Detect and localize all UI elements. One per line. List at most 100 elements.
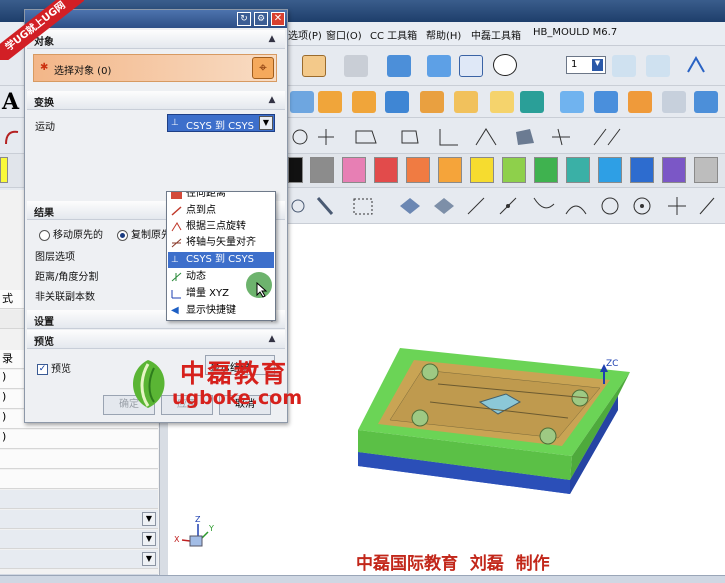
required-marker-icon: ✱	[40, 62, 49, 73]
color-swatch-green[interactable]	[534, 157, 558, 183]
mouse-pointer-icon	[256, 281, 268, 298]
menu-preferences[interactable]: 选项(P)	[288, 27, 322, 42]
menu-help[interactable]: 帮助(H)	[426, 27, 461, 42]
color-swatch-purple[interactable]	[662, 157, 686, 183]
color-swatch-red[interactable]	[374, 157, 398, 183]
dropdown-item-label: 将轴与矢量对齐	[186, 237, 256, 248]
shaded-view-icon[interactable]	[387, 55, 411, 77]
dropdown-item-label: CSYS 到 CSYS	[186, 254, 254, 265]
color-swatch-pink[interactable]	[342, 157, 366, 183]
color-swatch-silver[interactable]	[694, 157, 718, 183]
color-swatch-orange[interactable]	[406, 157, 430, 183]
triad-z-label: Z	[195, 515, 201, 524]
dropdown-item-rotate-three-points[interactable]: 根据三点旋转	[168, 219, 274, 235]
navigator-row-text: )	[2, 430, 7, 443]
dropdown-item-point-to-point[interactable]: 点到点	[168, 203, 274, 219]
radial-distance-icon	[171, 192, 182, 199]
shaded-edges-icon[interactable]	[427, 55, 451, 77]
sketch-plane-icon[interactable]	[344, 55, 368, 77]
dropdown-item-label: 径向距离	[186, 191, 226, 199]
navigator-row[interactable]: )	[0, 430, 158, 449]
menu-hb-mould[interactable]: HB_MOULD M6.7	[533, 27, 617, 38]
layer-select-value: 1	[571, 59, 578, 70]
revolve-icon[interactable]	[352, 91, 376, 113]
csys-to-csys-icon: ⊥	[171, 255, 179, 265]
color-swatch-blue[interactable]	[630, 157, 654, 183]
menu-window[interactable]: 窗口(O)	[326, 27, 362, 42]
dropdown-item-show-shortcuts[interactable]: ◀ 显示快捷键	[168, 303, 274, 319]
chevron-up-icon[interactable]: ▲	[265, 32, 279, 46]
move-layer-icon[interactable]	[684, 54, 708, 76]
color-swatch-yellow-2[interactable]	[470, 157, 494, 183]
chevron-down-icon[interactable]: ▼	[259, 116, 273, 130]
edge-blend-icon[interactable]	[628, 91, 652, 113]
ribbon-watermark: 学UG就上UG网	[0, 0, 84, 60]
point-set-icon[interactable]	[490, 91, 514, 113]
color-swatch-sky[interactable]	[598, 157, 622, 183]
close-icon[interactable]: ✕	[271, 12, 285, 26]
display-mode-icon[interactable]	[493, 54, 517, 76]
chevron-down-icon[interactable]: ▼	[142, 552, 156, 566]
triad-y-label: Y	[208, 524, 214, 533]
navigator-row[interactable]	[0, 490, 158, 509]
move-original-radio[interactable]: 移动原先的	[39, 226, 103, 241]
offset-face-icon[interactable]	[560, 91, 584, 113]
cylinder-icon[interactable]	[290, 91, 314, 113]
color-swatch-amber[interactable]	[438, 157, 462, 183]
motion-label: 运动	[35, 122, 55, 133]
dropdown-item-csys-to-csys[interactable]: ⊥ CSYS 到 CSYS	[168, 252, 274, 268]
section-preview-header[interactable]: 预览 ▲	[27, 330, 285, 349]
section-transform-header[interactable]: 变换 ▲	[27, 91, 285, 110]
distance-angle-label: 距离/角度分割	[35, 272, 99, 283]
navigator-row[interactable]: ▼	[0, 530, 158, 549]
layer-visible-icon[interactable]	[646, 55, 670, 77]
shortcut-arrow-icon: ◀	[171, 305, 179, 316]
navigator-row[interactable]: ▼	[0, 550, 158, 569]
navigator-row[interactable]	[0, 450, 158, 469]
reset-icon[interactable]: ↻	[237, 12, 251, 26]
delta-xyz-icon	[171, 289, 182, 299]
arc-tool-icon[interactable]	[2, 126, 24, 146]
point-to-point-icon	[171, 206, 182, 216]
copy-original-radio[interactable]: 复制原先	[117, 226, 171, 241]
draft-icon[interactable]	[662, 91, 686, 113]
color-swatch-black[interactable]	[288, 157, 303, 183]
color-swatch-light-green[interactable]	[502, 157, 526, 183]
wcs-orient-icon[interactable]	[302, 55, 326, 77]
status-strip	[0, 575, 725, 583]
color-swatch-teal[interactable]	[566, 157, 590, 183]
chevron-down-icon[interactable]: ▼	[142, 512, 156, 526]
navigator-row[interactable]: ▼	[0, 510, 158, 529]
block-icon[interactable]	[385, 91, 409, 113]
preview-checkbox[interactable]: ✓ 预览	[37, 360, 71, 375]
color-swatch-gray[interactable]	[310, 157, 334, 183]
motion-select[interactable]: ⊥ CSYS 到 CSYS ▼	[167, 114, 275, 132]
gear-icon[interactable]: ⚙	[254, 12, 268, 26]
navigator-row[interactable]	[0, 470, 158, 489]
text-tool-icon[interactable]: A	[2, 89, 19, 115]
color-swatch-yellow[interactable]	[0, 157, 8, 183]
csys-icon[interactable]	[520, 91, 544, 113]
motion-select-value: CSYS 到 CSYS	[186, 121, 254, 132]
chevron-up-icon[interactable]: ▲	[265, 93, 279, 107]
radio-icon	[39, 229, 50, 241]
chevron-down-icon[interactable]: ▼	[142, 532, 156, 546]
dropdown-item-label: 显示快捷键	[186, 305, 236, 316]
layer-select[interactable]: 1 ▼	[566, 56, 606, 74]
menu-zhonglei-toolbox[interactable]: 中磊工具箱	[471, 27, 521, 42]
crosshair-select-icon[interactable]: ⌖	[252, 57, 274, 79]
layer-option-label: 图层选项	[35, 252, 75, 263]
dropdown-item-align-axis-vector[interactable]: 将轴与矢量对齐	[168, 235, 274, 251]
dropdown-item-label: 动态	[186, 271, 206, 282]
pattern-icon[interactable]	[420, 91, 444, 113]
dropdown-item-radial-distance[interactable]: 径向距离	[168, 191, 274, 202]
datum-icon[interactable]	[454, 91, 478, 113]
extrude-icon[interactable]	[318, 91, 342, 113]
chevron-up-icon[interactable]: ▲	[265, 332, 279, 346]
section-result-title: 结果	[34, 208, 54, 219]
chamfer-icon[interactable]	[594, 91, 618, 113]
wireframe-icon[interactable]	[459, 55, 483, 77]
shell-icon[interactable]	[694, 91, 718, 113]
layer-settings-icon[interactable]	[612, 55, 636, 77]
menu-cc-toolbox[interactable]: CC 工具箱	[370, 27, 417, 42]
